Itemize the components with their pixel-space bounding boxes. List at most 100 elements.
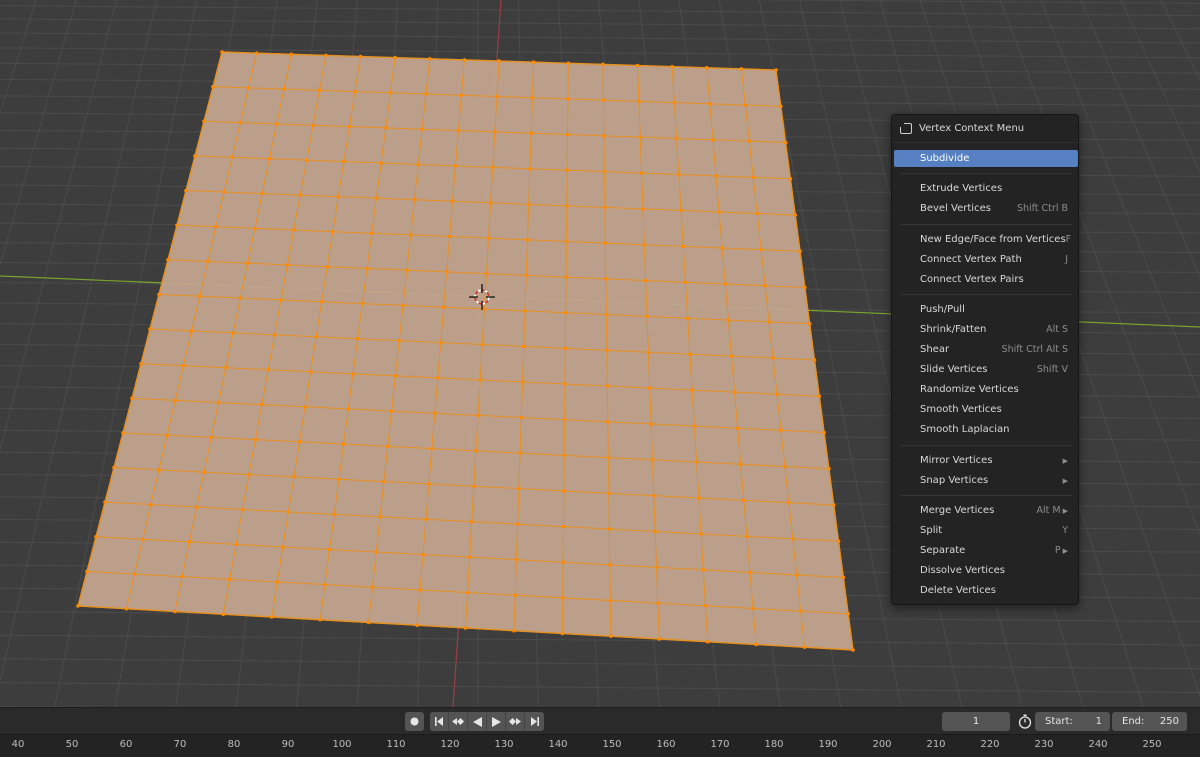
start-value: 1: [1095, 716, 1102, 727]
record-icon[interactable]: [405, 712, 424, 731]
menu-item-separate[interactable]: Separate P ▶: [894, 542, 1078, 559]
end-label: End:: [1122, 716, 1145, 727]
end-frame-field[interactable]: End: 250: [1112, 712, 1187, 731]
start-label: Start:: [1045, 716, 1073, 727]
stopwatch-icon[interactable]: [1016, 712, 1033, 731]
timeline-ruler[interactable]: 40 50 60 70 80 90 100 110 120 130 140 150 160 170 180 1…: [0, 734, 1200, 757]
ruler-tick-label: 230: [1034, 739, 1054, 750]
menu-item-label: Delete Vertices: [920, 585, 996, 596]
ruler-tick-label: 60: [119, 739, 133, 750]
menu-item-smooth-vertices[interactable]: Smooth Vertices: [894, 401, 1078, 418]
menu-item-shortcut: Y: [1062, 525, 1068, 536]
menu-item-dissolve-vertices[interactable]: Dissolve Vertices: [894, 562, 1078, 579]
play-reverse-icon[interactable]: [468, 712, 487, 731]
menu-title: Vertex Context Menu: [919, 123, 1025, 134]
menu-item-delete-vertices[interactable]: Delete Vertices: [894, 582, 1078, 599]
submenu-arrow-icon: ▶: [1062, 456, 1068, 465]
play-icon[interactable]: [487, 712, 506, 731]
prev-keyframe-icon[interactable]: [449, 712, 468, 731]
menu-item-label: Shrink/Fatten: [920, 324, 987, 335]
ruler-tick-label: 240: [1088, 739, 1108, 750]
ruler-tick-label: 140: [548, 739, 568, 750]
menu-item-label: Shear: [920, 344, 950, 355]
menu-item-bevel-vertices[interactable]: Bevel Vertices Shift Ctrl B: [894, 200, 1078, 217]
ruler-tick-label: 200: [872, 739, 892, 750]
menu-item-label: Snap Vertices: [920, 475, 989, 486]
menu-item-label: Randomize Vertices: [920, 384, 1019, 395]
vertex-mode-icon: [899, 122, 912, 134]
menu-separator: [900, 294, 1072, 295]
ruler-tick-label: 90: [281, 739, 295, 750]
menu-item-label: Separate: [920, 545, 966, 556]
end-value: 250: [1159, 716, 1179, 727]
submenu-arrow-icon: ▶: [1062, 476, 1068, 485]
menu-item-label: New Edge/Face from Vertices: [920, 234, 1066, 245]
menu-item-split[interactable]: Split Y: [894, 522, 1078, 539]
menu-item-label: Dissolve Vertices: [920, 565, 1005, 576]
menu-item-shortcut: J: [1065, 254, 1068, 265]
menu-separator: [900, 495, 1072, 496]
ruler-tick-label: 110: [386, 739, 406, 750]
submenu-arrow-icon: ▶: [1062, 546, 1068, 555]
menu-item-mirror-vertices[interactable]: Mirror Vertices ▶: [894, 452, 1078, 469]
ruler-tick-label: 100: [332, 739, 352, 750]
menu-item-snap-vertices[interactable]: Snap Vertices ▶: [894, 472, 1078, 489]
start-frame-field[interactable]: Start: 1: [1035, 712, 1110, 731]
menu-item-shear[interactable]: Shear Shift Ctrl Alt S: [894, 341, 1078, 358]
menu-item-push-pull[interactable]: Push/Pull: [894, 301, 1078, 318]
ruler-tick-label: 220: [980, 739, 1000, 750]
menu-item-shortcut: Alt S: [1046, 324, 1068, 335]
menu-item-new-edge-face-from-vertices[interactable]: New Edge/Face from Vertices F: [894, 231, 1078, 248]
menu-item-label: Slide Vertices: [920, 364, 988, 375]
menu-item-label: Push/Pull: [920, 304, 965, 315]
submenu-arrow-icon: ▶: [1062, 506, 1068, 515]
menu-item-shortcut: F: [1065, 234, 1072, 245]
menu-item-shrink-fatten[interactable]: Shrink/Fatten Alt S: [894, 321, 1078, 338]
menu-item-connect-vertex-path[interactable]: Connect Vertex Path J: [894, 251, 1078, 268]
ruler-tick-label: 170: [710, 739, 730, 750]
menu-item-shortcut: Shift Ctrl B: [1016, 203, 1068, 214]
frame-range: Start: 1 End: 250: [1035, 712, 1187, 731]
playback-controls: [405, 712, 544, 731]
mesh-plane: [77, 51, 854, 651]
next-keyframe-icon[interactable]: [506, 712, 525, 731]
menu-item-shortcut: Shift V: [1036, 364, 1068, 375]
ruler-tick-label: 150: [602, 739, 622, 750]
ruler-tick-label: 130: [494, 739, 514, 750]
ruler-tick-label: 180: [764, 739, 784, 750]
menu-item-label: Connect Vertex Pairs: [920, 274, 1024, 285]
menu-item-label: Subdivide: [920, 153, 970, 164]
menu-item-label: Smooth Laplacian: [920, 424, 1010, 435]
vertex-context-menu: Vertex Context Menu Subdivide Extrude Ver…: [891, 114, 1079, 605]
ruler-tick-label: 40: [11, 739, 25, 750]
menu-separator: [900, 173, 1072, 174]
menu-item-label: Bevel Vertices: [920, 203, 991, 214]
jump-end-icon[interactable]: [525, 712, 544, 731]
menu-item-shortcut: Shift Ctrl Alt S: [1001, 344, 1068, 355]
menu-item-label: Connect Vertex Path: [920, 254, 1022, 265]
timeline-header: 1 Start: 1 End: 250: [0, 707, 1200, 734]
menu-item-label: Extrude Vertices: [920, 183, 1003, 194]
menu-separator: [900, 445, 1072, 446]
menu-item-smooth-laplacian[interactable]: Smooth Laplacian: [894, 421, 1078, 438]
menu-item-merge-vertices[interactable]: Merge Vertices Alt M ▶: [894, 502, 1078, 519]
menu-item-label: Mirror Vertices: [920, 455, 993, 466]
jump-start-icon[interactable]: [430, 712, 449, 731]
menu-item-randomize-vertices[interactable]: Randomize Vertices: [894, 381, 1078, 398]
current-frame-value: 1: [972, 716, 980, 727]
menu-item-label: Split: [920, 525, 943, 536]
menu-item-subdivide[interactable]: Subdivide: [894, 150, 1078, 167]
menu-item-connect-vertex-pairs[interactable]: Connect Vertex Pairs: [894, 271, 1078, 288]
menu-item-slide-vertices[interactable]: Slide Vertices Shift V: [894, 361, 1078, 378]
menu-item-shortcut: P: [1054, 545, 1061, 556]
ruler-tick-label: 190: [818, 739, 838, 750]
menu-item-label: Merge Vertices: [920, 505, 995, 516]
ruler-tick-label: 250: [1142, 739, 1162, 750]
menu-separator: [900, 224, 1072, 225]
current-frame-field[interactable]: 1: [942, 712, 1010, 731]
menu-item-extrude-vertices[interactable]: Extrude Vertices: [894, 180, 1078, 197]
ruler-tick-label: 160: [656, 739, 676, 750]
ruler-tick-label: 50: [65, 739, 79, 750]
menu-item-label: Smooth Vertices: [920, 404, 1002, 415]
menu-header: Vertex Context Menu: [892, 115, 1078, 143]
